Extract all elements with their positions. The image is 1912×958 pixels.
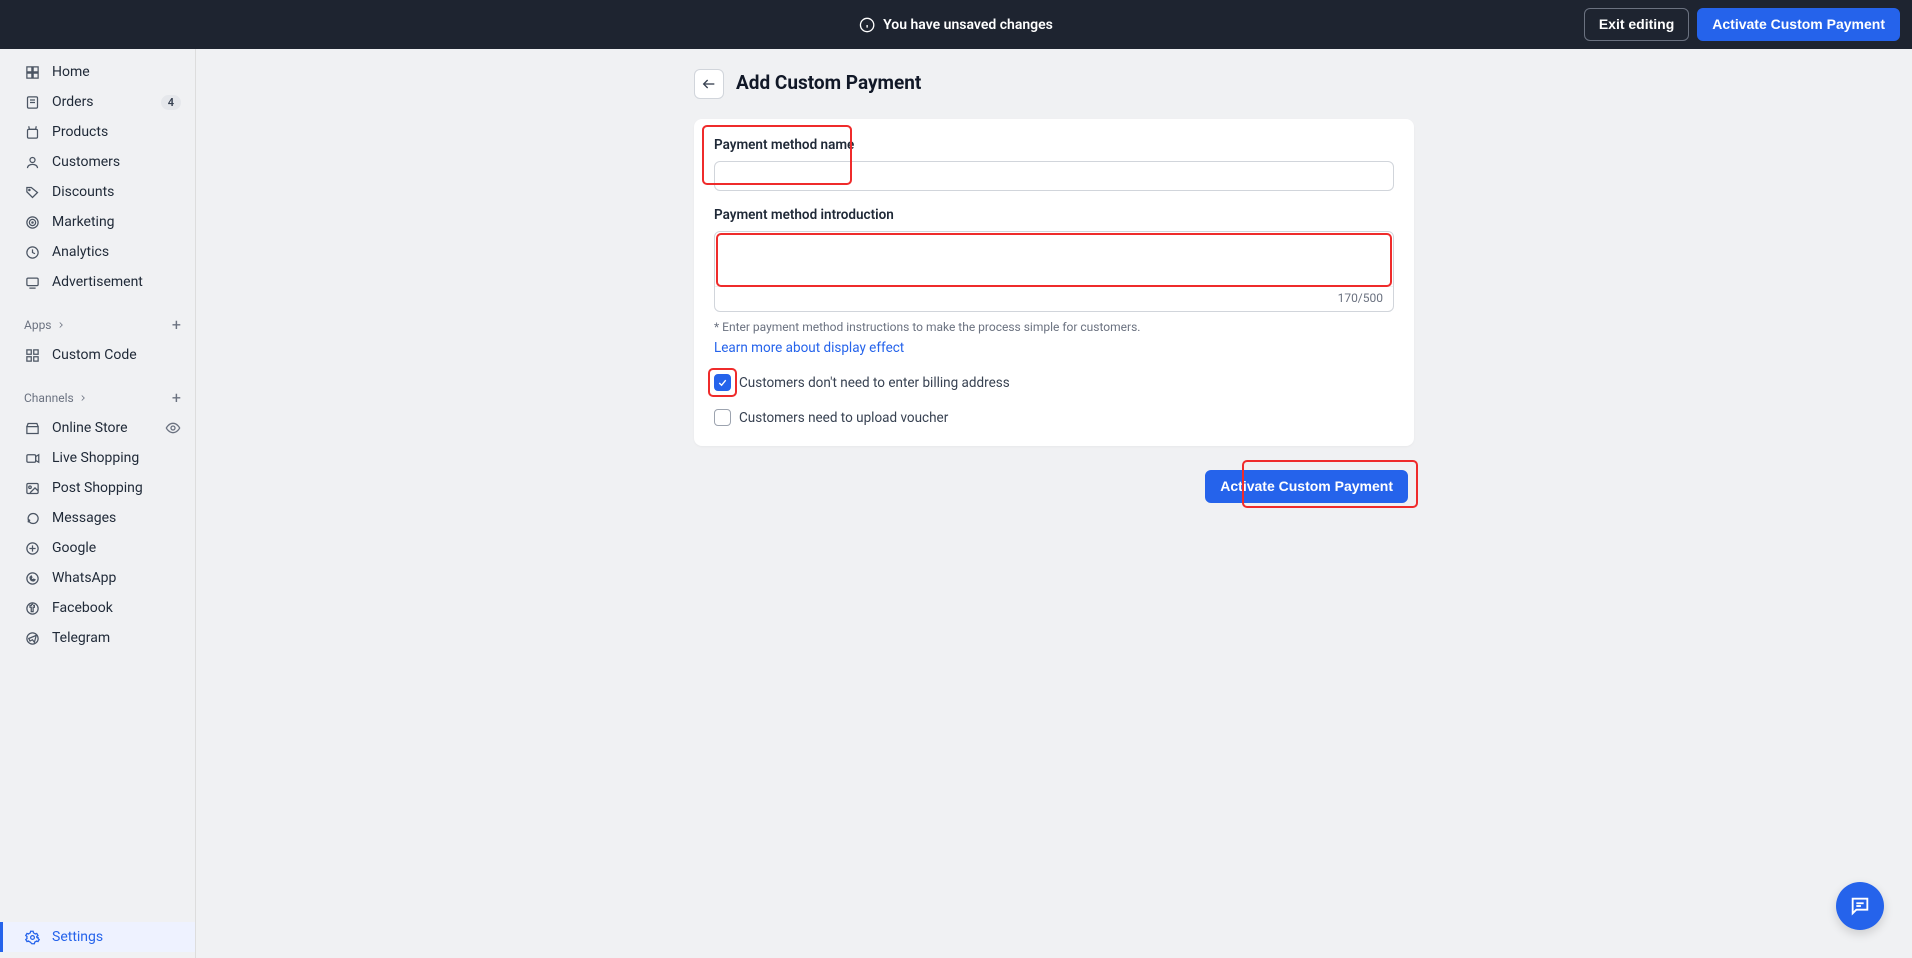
sidebar-item-label: Online Store [52, 420, 128, 436]
sidebar-item-label: Facebook [52, 600, 113, 616]
online-store-icon [24, 420, 40, 436]
sidebar-item-label: Home [52, 64, 90, 80]
voucher-checkbox-label: Customers need to upload voucher [739, 410, 948, 426]
topbar: You have unsaved changes Exit editing Ac… [0, 0, 1912, 49]
settings-icon [24, 929, 40, 945]
orders-badge: 4 [161, 95, 181, 110]
sidebar-item-label: Advertisement [52, 274, 143, 290]
sidebar-item-live-shopping[interactable]: Live Shopping [0, 443, 195, 473]
sidebar-item-label: Google [52, 540, 96, 556]
payment-form-card: Payment method name Payment method intro… [694, 119, 1414, 446]
payment-name-label: Payment method name [714, 137, 1394, 153]
sidebar-item-advertisement[interactable]: Advertisement [0, 267, 195, 297]
sidebar-item-label: Settings [52, 929, 103, 945]
discounts-icon [24, 184, 40, 200]
payment-name-input[interactable] [714, 161, 1394, 191]
unsaved-changes-text: You have unsaved changes [883, 17, 1053, 33]
sidebar-item-home[interactable]: Home [0, 57, 195, 87]
page-title: Add Custom Payment [736, 71, 921, 94]
google-icon [24, 540, 40, 556]
sidebar-item-label: Telegram [52, 630, 110, 646]
apps-label[interactable]: Apps [24, 318, 52, 332]
whatsapp-icon [24, 570, 40, 586]
customers-icon [24, 154, 40, 170]
sidebar-item-label: Custom Code [52, 347, 137, 363]
messages-icon [24, 510, 40, 526]
intro-hint: * Enter payment method instructions to m… [714, 320, 1394, 334]
arrow-left-icon [701, 76, 717, 92]
billing-address-checkbox[interactable] [714, 374, 731, 391]
payment-intro-label: Payment method introduction [714, 207, 1394, 223]
sidebar-item-discounts[interactable]: Discounts [0, 177, 195, 207]
sidebar-item-products[interactable]: Products [0, 117, 195, 147]
sidebar-item-settings[interactable]: Settings [0, 922, 195, 952]
advertisement-icon [24, 274, 40, 290]
char-count: 170/500 [715, 286, 1393, 311]
chevron-right-icon [78, 393, 88, 403]
sidebar-item-online-store[interactable]: Online Store [0, 413, 195, 443]
sidebar-section-apps: Apps + [0, 309, 195, 340]
sidebar-item-label: Live Shopping [52, 450, 139, 466]
add-app-button[interactable]: + [172, 315, 181, 334]
facebook-icon [24, 600, 40, 616]
activate-custom-payment-button[interactable]: Activate Custom Payment [1205, 470, 1408, 503]
sidebar-item-label: Messages [52, 510, 116, 526]
check-icon [717, 377, 728, 388]
chat-icon [1849, 895, 1871, 917]
analytics-icon [24, 244, 40, 260]
sidebar-section-channels: Channels + [0, 382, 195, 413]
back-button[interactable] [694, 69, 724, 99]
payment-intro-textarea[interactable] [715, 232, 1393, 286]
sidebar-item-label: Customers [52, 154, 120, 170]
add-channel-button[interactable]: + [172, 388, 181, 407]
live-shopping-icon [24, 450, 40, 466]
sidebar: Home Orders 4 Products Customers Discoun… [0, 49, 196, 958]
sidebar-item-label: Discounts [52, 184, 114, 200]
sidebar-item-label: Orders [52, 94, 94, 110]
voucher-upload-checkbox[interactable] [714, 409, 731, 426]
sidebar-item-marketing[interactable]: Marketing [0, 207, 195, 237]
sidebar-item-label: Marketing [52, 214, 115, 230]
unsaved-changes-notice: You have unsaved changes [859, 17, 1053, 33]
sidebar-item-label: WhatsApp [52, 570, 116, 586]
info-icon [859, 17, 875, 33]
eye-icon[interactable] [165, 420, 181, 436]
chevron-right-icon [56, 320, 66, 330]
sidebar-item-post-shopping[interactable]: Post Shopping [0, 473, 195, 503]
sidebar-item-customers[interactable]: Customers [0, 147, 195, 177]
sidebar-item-orders[interactable]: Orders 4 [0, 87, 195, 117]
sidebar-item-label: Post Shopping [52, 480, 143, 496]
exit-editing-button[interactable]: Exit editing [1584, 8, 1689, 41]
sidebar-item-google[interactable]: Google [0, 533, 195, 563]
sidebar-item-telegram[interactable]: Telegram [0, 623, 195, 653]
activate-custom-payment-top-button[interactable]: Activate Custom Payment [1697, 8, 1900, 41]
custom-code-icon [24, 347, 40, 363]
sidebar-item-label: Products [52, 124, 108, 140]
orders-icon [24, 94, 40, 110]
marketing-icon [24, 214, 40, 230]
products-icon [24, 124, 40, 140]
chat-fab[interactable] [1836, 882, 1884, 930]
billing-checkbox-label: Customers don't need to enter billing ad… [739, 375, 1010, 391]
main-content: Add Custom Payment Payment method name P… [196, 49, 1912, 958]
sidebar-item-whatsapp[interactable]: WhatsApp [0, 563, 195, 593]
home-icon [24, 64, 40, 80]
telegram-icon [24, 630, 40, 646]
sidebar-item-custom-code[interactable]: Custom Code [0, 340, 195, 370]
sidebar-item-analytics[interactable]: Analytics [0, 237, 195, 267]
sidebar-item-label: Analytics [52, 244, 109, 260]
sidebar-item-facebook[interactable]: Facebook [0, 593, 195, 623]
learn-more-link[interactable]: Learn more about display effect [714, 340, 904, 356]
channels-label[interactable]: Channels [24, 391, 74, 405]
post-shopping-icon [24, 480, 40, 496]
sidebar-item-messages[interactable]: Messages [0, 503, 195, 533]
